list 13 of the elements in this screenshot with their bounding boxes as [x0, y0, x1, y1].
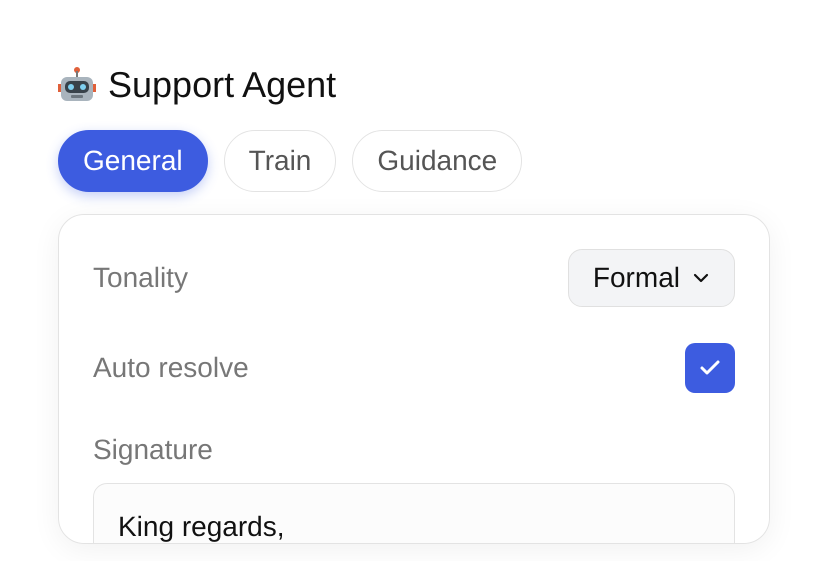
setting-label: Tonality — [93, 261, 188, 295]
page-title: Support Agent — [108, 63, 336, 107]
chevron-down-icon — [692, 272, 710, 284]
robot-icon — [58, 66, 96, 104]
tab[interactable]: General — [58, 130, 208, 192]
tab[interactable]: Train — [224, 130, 336, 192]
tab[interactable]: Guidance — [352, 130, 522, 192]
setting-label: Auto resolve — [93, 351, 249, 385]
signature-field[interactable]: King regards, — [93, 483, 735, 543]
checkbox[interactable] — [685, 343, 735, 393]
tonality-dropdown[interactable]: Formal — [568, 249, 735, 307]
signature-label: Signature — [93, 433, 214, 467]
checkmark-icon — [699, 359, 721, 377]
